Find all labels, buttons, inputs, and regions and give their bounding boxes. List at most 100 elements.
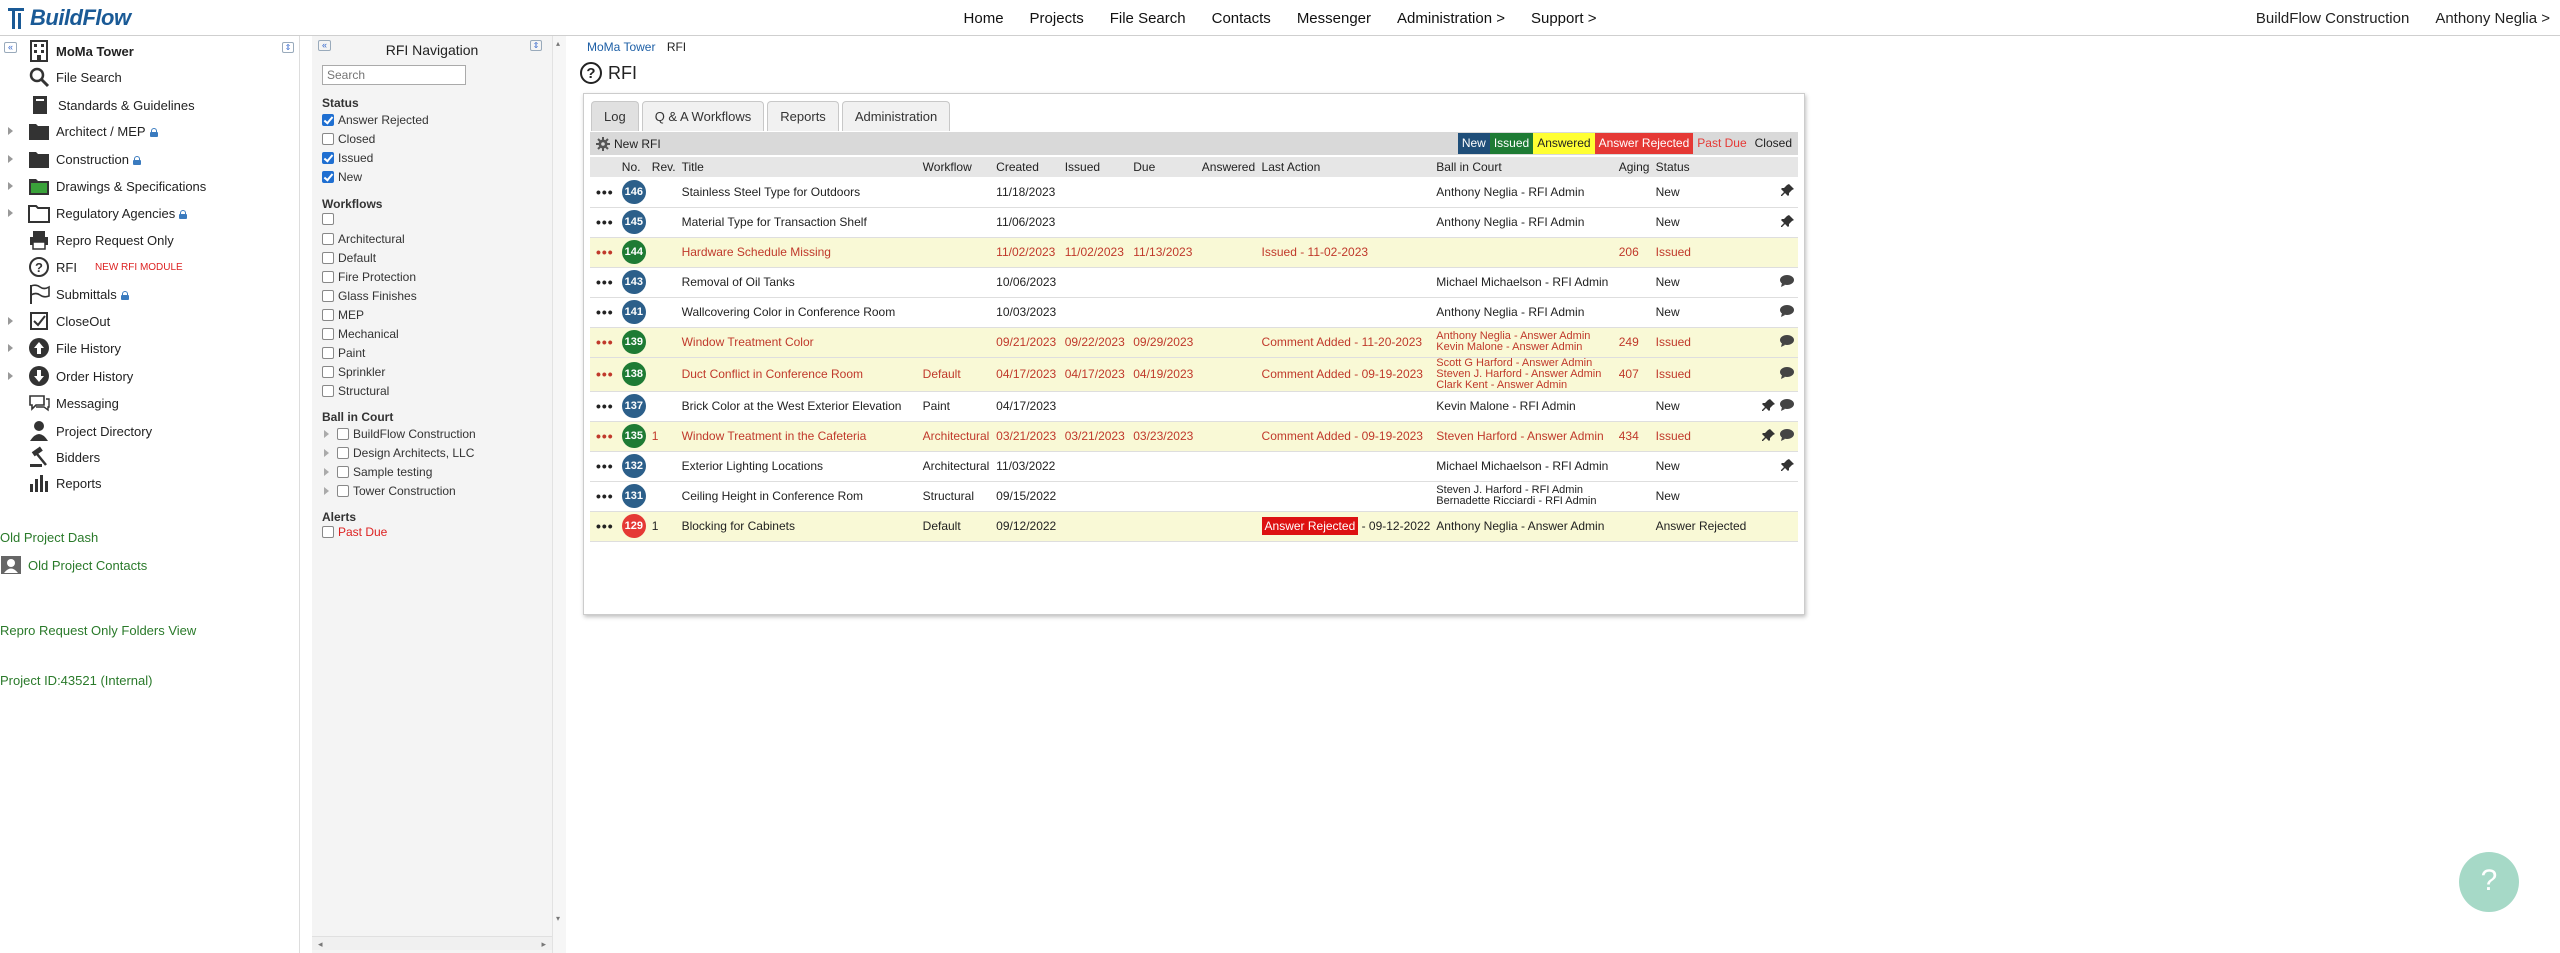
workflow-filter-sprinkler[interactable]: Sprinkler xyxy=(322,363,385,381)
rfi-number-badge[interactable]: 143 xyxy=(621,270,646,294)
table-row[interactable]: ••• 145 Material Type for Transaction Shel… xyxy=(590,207,1798,238)
row-menu-icon[interactable]: ••• xyxy=(593,304,614,320)
tree-item-closeout[interactable]: CloseOut xyxy=(8,308,110,334)
column-header[interactable]: Status xyxy=(1652,157,1750,177)
ball-filter-tower-construction[interactable]: Tower Construction xyxy=(322,482,456,500)
number-cell[interactable]: 135 xyxy=(618,421,649,452)
expand-arrow-icon[interactable] xyxy=(324,430,329,438)
title-cell[interactable]: Brick Color at the West Exterior Elevati… xyxy=(678,391,920,422)
number-cell[interactable]: 129 xyxy=(618,511,649,542)
workflow-filter-paint[interactable]: Paint xyxy=(322,344,365,362)
row-menu-cell[interactable]: ••• xyxy=(590,481,619,512)
nav-projects[interactable]: Projects xyxy=(1030,10,1084,27)
tree-collapse-button[interactable]: « xyxy=(4,42,17,53)
tab-qa-workflows[interactable]: Q & A Workflows xyxy=(641,101,765,131)
rfi-nav-vertical-scrollbar[interactable]: ▴ ▾ xyxy=(552,36,566,953)
tree-pin-button[interactable]: ⇕ xyxy=(282,42,294,53)
tab-administration[interactable]: Administration xyxy=(841,101,951,131)
rfi-number-badge[interactable]: 141 xyxy=(621,300,646,324)
number-cell[interactable]: 141 xyxy=(618,297,649,328)
tree-item-reports[interactable]: Reports xyxy=(28,470,102,496)
expand-arrow-icon[interactable] xyxy=(8,127,13,135)
checkbox[interactable] xyxy=(322,213,334,225)
tree-item-project-directory[interactable]: Project Directory xyxy=(28,418,152,444)
table-row[interactable]: ••• 138 Duct Conflict in Conference Room De… xyxy=(590,357,1798,392)
nav-support[interactable]: Support > xyxy=(1531,10,1596,27)
row-menu-icon[interactable]: ••• xyxy=(593,458,614,474)
rfi-title[interactable]: Stainless Steel Type for Outdoors xyxy=(682,185,861,199)
number-cell[interactable]: 146 xyxy=(618,177,649,208)
table-row[interactable]: ••• 137 Brick Color at the West Exterior E… xyxy=(590,391,1798,422)
expand-arrow-icon[interactable] xyxy=(8,344,13,352)
expand-arrow-icon[interactable] xyxy=(8,317,13,325)
tab-log[interactable]: Log xyxy=(591,101,639,131)
rfi-number-badge[interactable]: 145 xyxy=(621,210,646,234)
nav-contacts[interactable]: Contacts xyxy=(1212,10,1271,27)
table-row[interactable]: ••• 146 Stainless Steel Type for Outdoors 1… xyxy=(590,177,1798,208)
tree-item-standards[interactable]: Standards & Guidelines xyxy=(30,92,195,118)
title-cell[interactable]: Removal of Oil Tanks xyxy=(678,267,920,298)
table-row[interactable]: ••• 132 Exterior Lighting Locations Archite… xyxy=(590,451,1798,482)
status-filter-answer-rejected[interactable]: Answer Rejected xyxy=(322,111,429,129)
scroll-left-arrow-icon[interactable]: ◂ xyxy=(318,939,323,950)
column-header[interactable]: Created xyxy=(993,157,1062,177)
row-menu-icon[interactable]: ••• xyxy=(593,214,614,230)
tree-item-messaging[interactable]: Messaging xyxy=(28,390,119,416)
checkbox[interactable] xyxy=(322,385,334,397)
checkbox[interactable] xyxy=(322,171,334,183)
rfi-title[interactable]: Hardware Schedule Missing xyxy=(682,245,831,259)
rfi-title[interactable]: Window Treatment Color xyxy=(682,335,814,349)
tree-item-file-search[interactable]: File Search xyxy=(28,64,122,90)
column-header[interactable]: Rev. xyxy=(648,157,679,177)
title-cell[interactable]: Material Type for Transaction Shelf xyxy=(678,207,920,238)
checkbox[interactable] xyxy=(322,233,334,245)
new-rfi-button[interactable]: New RFI xyxy=(596,136,661,151)
number-cell[interactable]: 138 xyxy=(618,357,649,392)
title-cell[interactable]: Exterior Lighting Locations xyxy=(678,451,920,482)
row-menu-cell[interactable]: ••• xyxy=(590,421,619,452)
row-menu-icon[interactable]: ••• xyxy=(593,428,614,444)
workflow-filter-mechanical[interactable]: Mechanical xyxy=(322,325,399,343)
row-menu-cell[interactable]: ••• xyxy=(590,451,619,482)
row-menu-icon[interactable]: ••• xyxy=(593,398,614,414)
user-menu[interactable]: Anthony Neglia > xyxy=(2435,10,2550,27)
status-filter-new[interactable]: New xyxy=(322,168,362,186)
comment-icon[interactable] xyxy=(1779,428,1795,445)
checkbox[interactable] xyxy=(322,309,334,321)
rfi-title[interactable]: Window Treatment in the Cafeteria xyxy=(682,429,867,443)
checkbox[interactable] xyxy=(337,485,349,497)
tree-item-repro[interactable]: Repro Request Only xyxy=(28,227,174,253)
alert-filter-past-due[interactable]: Past Due xyxy=(322,523,387,541)
ball-filter-buildflow[interactable]: BuildFlow Construction xyxy=(322,425,476,443)
rfi-number-badge[interactable]: 139 xyxy=(621,330,646,354)
rfi-number-badge[interactable]: 137 xyxy=(621,394,646,418)
row-menu-icon[interactable]: ••• xyxy=(593,366,614,382)
row-menu-cell[interactable]: ••• xyxy=(590,237,619,268)
checkbox[interactable] xyxy=(322,290,334,302)
rfi-search-input[interactable] xyxy=(322,65,466,85)
old-project-contacts-link[interactable]: Old Project Contacts xyxy=(0,552,147,578)
checkbox[interactable] xyxy=(322,152,334,164)
title-cell[interactable]: Hardware Schedule Missing xyxy=(678,237,920,268)
tree-item-drawings[interactable]: Drawings & Specifications xyxy=(8,173,206,199)
checkbox[interactable] xyxy=(337,447,349,459)
pin-icon[interactable] xyxy=(1781,214,1795,231)
title-cell[interactable]: Stainless Steel Type for Outdoors xyxy=(678,177,920,208)
pin-icon[interactable] xyxy=(1761,428,1776,445)
table-row[interactable]: ••• 143 Removal of Oil Tanks 10/06/2023 Mich… xyxy=(590,267,1798,298)
table-row[interactable]: ••• 129 1 Blocking for Cabinets Default 09/12… xyxy=(590,511,1798,542)
rfi-number-badge[interactable]: 132 xyxy=(621,454,646,478)
expand-arrow-icon[interactable] xyxy=(8,182,13,190)
ball-filter-design-architects[interactable]: Design Architects, LLC xyxy=(322,444,474,462)
tree-item-rfi[interactable]: ? RFI NEW RFI MODULE xyxy=(28,254,183,280)
title-cell[interactable]: Duct Conflict in Conference Room xyxy=(678,357,920,392)
checkbox[interactable] xyxy=(322,133,334,145)
number-cell[interactable]: 145 xyxy=(618,207,649,238)
comment-icon[interactable] xyxy=(1779,334,1795,351)
breadcrumb-project[interactable]: MoMa Tower xyxy=(587,40,655,54)
row-menu-icon[interactable]: ••• xyxy=(593,518,614,534)
comment-icon[interactable] xyxy=(1779,366,1795,383)
workflow-filter-mep[interactable]: MEP xyxy=(322,306,364,324)
number-cell[interactable]: 144 xyxy=(618,237,649,268)
tree-item-architect-mep[interactable]: Architect / MEP xyxy=(8,118,158,144)
